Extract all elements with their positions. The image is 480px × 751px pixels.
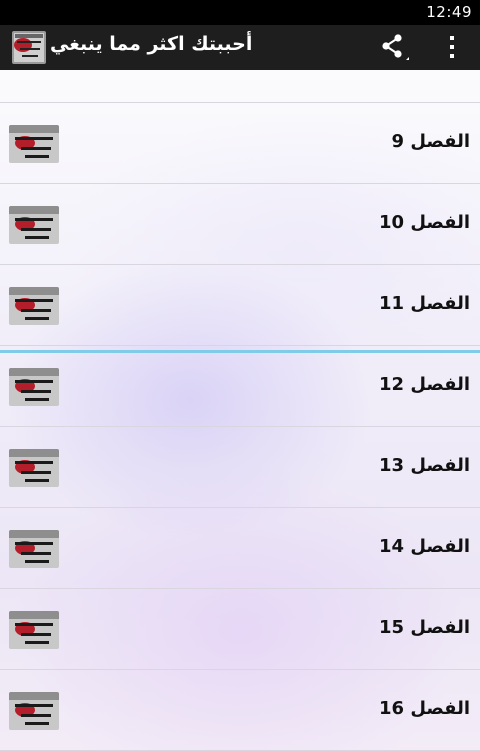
share-button[interactable] <box>378 33 412 63</box>
chapter-thumbnail <box>9 206 59 244</box>
chapter-label: الفصل 14 <box>378 536 470 557</box>
list-item[interactable]: الفصل 9 <box>0 103 480 184</box>
chapter-thumbnail <box>9 611 59 649</box>
chapter-label: الفصل 12 <box>378 374 470 395</box>
list-item[interactable]: الفصل 11 <box>0 265 480 346</box>
list-item[interactable]: الفصل 14 <box>0 508 480 589</box>
chapter-label: الفصل 13 <box>378 455 470 476</box>
status-time: 12:49 <box>426 3 472 21</box>
chapter-thumbnail <box>9 530 59 568</box>
chapter-thumbnail <box>9 125 59 163</box>
list-item[interactable]: الفصل 16 <box>0 670 480 751</box>
chapter-label: الفصل 11 <box>378 293 470 314</box>
chapter-thumbnail <box>9 692 59 730</box>
status-bar: 12:49 <box>0 0 480 25</box>
chapter-label: الفصل 10 <box>378 212 470 233</box>
app-title: أحببتك اكثر مما ينبغي <box>50 33 253 55</box>
chapter-list-container[interactable]: 8 الفصل 9 الفصل 10 الفصل 11 الفصل 12 <box>0 70 480 751</box>
chapter-label: الفصل 16 <box>378 698 470 719</box>
app-icon[interactable] <box>12 31 46 64</box>
chapter-label: الفصل 15 <box>378 617 470 638</box>
list-item[interactable]: الفصل 13 <box>0 427 480 508</box>
list-item[interactable]: الفصل 15 <box>0 589 480 670</box>
action-bar: أحببتك اكثر مما ينبغي <box>0 25 480 70</box>
chapter-thumbnail <box>9 368 59 406</box>
list-item[interactable]: 8 <box>0 70 480 103</box>
share-icon <box>382 34 409 60</box>
overflow-menu-button[interactable] <box>440 33 464 63</box>
list-item[interactable]: الفصل 12 <box>0 346 480 427</box>
chapter-label: الفصل 9 <box>391 131 470 152</box>
chapter-thumbnail <box>9 449 59 487</box>
chapter-thumbnail <box>9 287 59 325</box>
list-item[interactable]: الفصل 10 <box>0 184 480 265</box>
chapter-list: 8 الفصل 9 الفصل 10 الفصل 11 الفصل 12 <box>0 70 480 751</box>
overflow-menu-icon <box>450 36 454 58</box>
